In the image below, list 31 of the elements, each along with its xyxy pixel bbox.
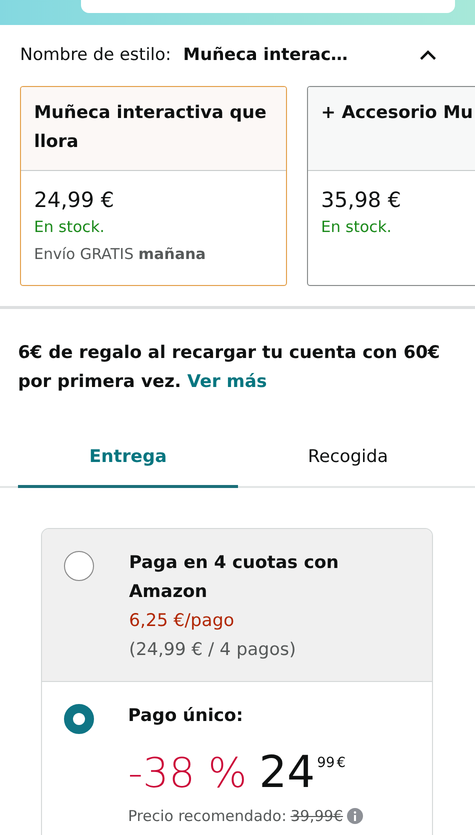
- style-option-card[interactable]: + Accesorio Mu 35,98 € En stock.: [307, 86, 475, 286]
- list-price-label: Precio recomendado:: [128, 807, 287, 825]
- stock-status: En stock.: [321, 217, 393, 238]
- radio-button[interactable]: [64, 551, 94, 581]
- stock-status: En stock.: [34, 217, 106, 238]
- option-name: Muñeca interactiva que llora: [34, 103, 267, 152]
- chevron-up-icon[interactable]: [419, 49, 437, 61]
- shipping-info: Envío GRATIS mañana: [34, 244, 207, 265]
- payment-option[interactable]: Paga en 4 cuotas con Amazon 6,25 €/pago (24,99 € / 4 pagos): [42, 529, 432, 681]
- info-icon[interactable]: [347, 808, 364, 824]
- search-field[interactable]: [80, 0, 454, 13]
- option-price: 35,98 €: [321, 187, 402, 214]
- style-option-card[interactable]: Muñeca interactiva que llora 24,99 € En stock. Envío GRATIS mañana: [20, 86, 287, 286]
- option-price: 24,99 €: [34, 187, 116, 214]
- price-whole: 24: [258, 749, 315, 797]
- delivery-tab[interactable]: Recogida: [238, 437, 458, 488]
- promo-text: 6€ de regalo al recargar tu cuenta con 60€ por primera vez. Ver más: [18, 342, 441, 394]
- option-name: + Accesorio Mu: [321, 103, 473, 123]
- payment-title: Paga en 4 cuotas con Amazon: [129, 552, 340, 604]
- see-more-link[interactable]: Ver más: [187, 372, 267, 392]
- price-fraction: 99: [316, 755, 335, 771]
- discount-percent: -38 %: [128, 749, 247, 797]
- style-label: Nombre de estilo:: [20, 45, 172, 65]
- payment-title: Pago único:: [128, 705, 244, 728]
- currency-symbol: €: [336, 755, 346, 771]
- installment-amount: 6,25 €/pago: [129, 610, 236, 633]
- style-value: Muñeca interac…: [183, 45, 348, 65]
- list-price: 39,99€: [290, 807, 344, 825]
- radio-button[interactable]: [64, 704, 94, 734]
- installment-detail: (24,99 € / 4 pagos): [129, 639, 297, 662]
- delivery-tab[interactable]: Entrega: [18, 437, 238, 488]
